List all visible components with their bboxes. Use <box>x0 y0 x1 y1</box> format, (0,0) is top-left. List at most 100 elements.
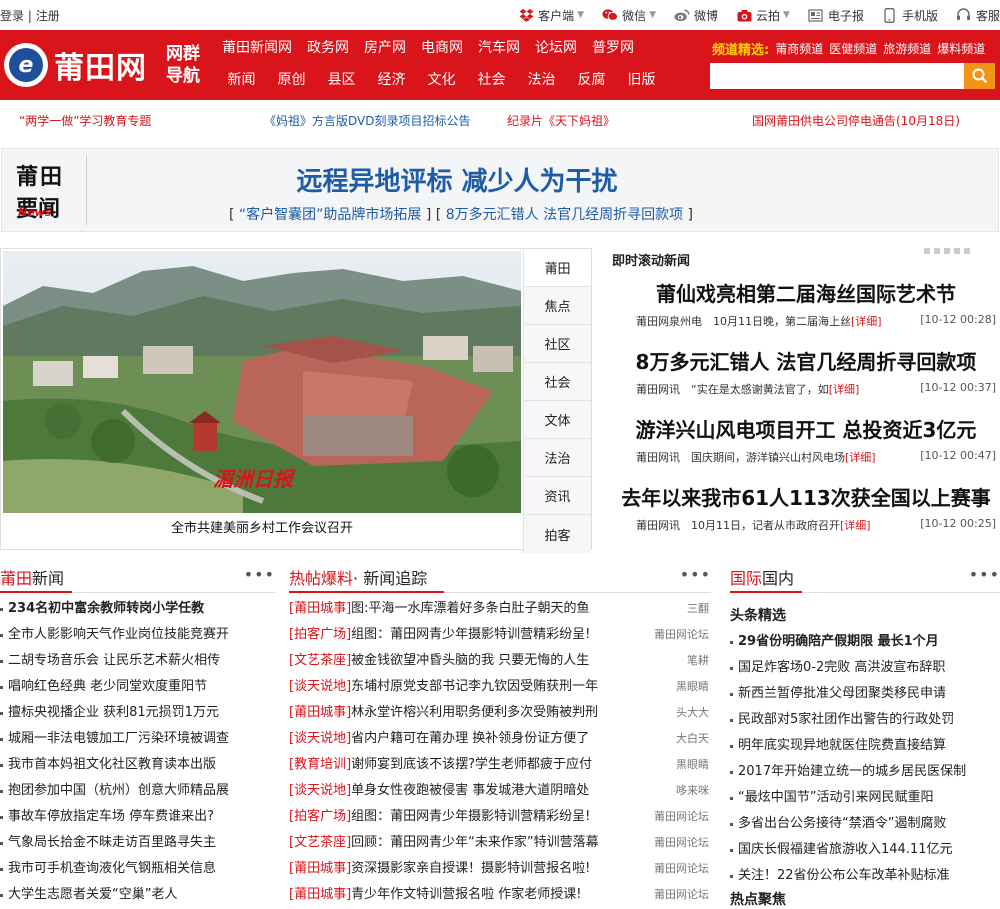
slide-tab[interactable]: 社会 <box>523 363 591 401</box>
search-button[interactable] <box>964 63 995 89</box>
post-author[interactable]: 莆田网论坛 <box>654 804 709 830</box>
slide-tab[interactable]: 社区 <box>523 325 591 363</box>
post-author[interactable]: 头大大 <box>676 700 709 726</box>
list-item[interactable]: 新西兰暂停批准父母团聚类移民申请 <box>730 681 1000 707</box>
list-item[interactable]: 多省出台公务接待“禁酒令”遏制腐败 <box>730 811 1000 837</box>
nav-section-item[interactable]: 社会 <box>473 69 510 89</box>
post-author[interactable]: 莆田网论坛 <box>654 856 709 882</box>
headline-title[interactable]: 远程异地评标 减少人为干扰 <box>86 161 828 198</box>
rolling-title[interactable]: 去年以来我市61人113次获全国以上赛事 <box>612 482 1000 511</box>
nav-section-item[interactable]: 新闻 <box>223 69 260 89</box>
slide-tab[interactable]: 莆田 <box>523 249 591 287</box>
channel-item[interactable]: 旅游频道 <box>883 40 931 57</box>
forum-tag[interactable]: [文艺茶座] <box>289 835 351 850</box>
list-item[interactable]: 国足炸客场0-2完败 高洪波宣布辞职 <box>730 655 1000 681</box>
list-item[interactable]: 明年底实现异地就医住院费直接结算 <box>730 733 1000 759</box>
forum-tag[interactable]: [谈天说地] <box>289 783 351 798</box>
forum-tag[interactable]: [谈天说地] <box>289 679 351 694</box>
list-item[interactable]: 抱团参加中国（杭州）创意大师精品展 <box>0 778 275 804</box>
forum-tag[interactable]: [拍客广场] <box>289 809 351 824</box>
cloud-photo-link[interactable]: 云拍 ▼ <box>736 7 790 24</box>
post-link[interactable]: 回顾：莆田网青少年“未来作家”特训营落幕 <box>351 835 598 850</box>
nav-site-item[interactable]: 政务网 <box>307 37 349 57</box>
post-author[interactable]: 哆来咪 <box>676 778 709 804</box>
slide-tab[interactable]: 法治 <box>523 439 591 477</box>
nav-site-item[interactable]: 论坛网 <box>535 37 577 57</box>
mobile-link[interactable]: 手机版 <box>882 7 938 24</box>
forum-tag[interactable]: [莆田城事] <box>289 887 351 902</box>
net-group-nav[interactable]: 网群 导航 <box>166 43 210 87</box>
headline-sub-link[interactable]: “客户智囊团”助品牌市场拓展 <box>239 207 422 223</box>
detail-link[interactable]: [详细] <box>845 451 876 464</box>
list-item[interactable]: 事故车停放指定车场 停车费谁来出? <box>0 804 275 830</box>
list-item[interactable]: 大学生志愿者关爱“空巢”老人 <box>0 882 275 908</box>
detail-link[interactable]: [详细] <box>851 315 882 328</box>
more-icon[interactable]: ••• <box>244 565 275 584</box>
e-paper-link[interactable]: 电子报 <box>808 7 864 24</box>
list-item[interactable]: 关注！22省份公布公车改革补贴标准 <box>730 863 1000 889</box>
site-logo[interactable]: e 莆田网 <box>4 40 154 90</box>
forum-tag[interactable]: [莆田城事] <box>289 705 351 720</box>
post-link[interactable]: 组图：莆田网青少年摄影特训营精彩纷呈! <box>351 627 590 642</box>
login-link[interactable]: 登录 <box>0 9 24 23</box>
rolling-title[interactable]: 莆仙戏亮相第二届海丝国际艺术节 <box>612 278 1000 307</box>
post-author[interactable]: 黑眼睛 <box>676 674 709 700</box>
headline-sub-link[interactable]: 8万多元汇错人 法官几经周折寻回款项 <box>446 207 683 223</box>
nav-section-item[interactable]: 文化 <box>423 69 460 89</box>
list-item[interactable]: 城厢一非法电镀加工厂污染环境被调查 <box>0 726 275 752</box>
slide-tab[interactable]: 资讯 <box>523 477 591 515</box>
list-item[interactable]: 气象局长拾金不昧走访百里路寻失主 <box>0 830 275 856</box>
nav-site-item[interactable]: 房产网 <box>364 37 406 57</box>
post-author[interactable]: 黑眼睛 <box>676 752 709 778</box>
post-link[interactable]: 组图：莆田网青少年摄影特训营精彩纷呈! <box>351 809 590 824</box>
channel-item[interactable]: 莆商频道 <box>775 40 823 57</box>
list-item[interactable]: “最炫中国节”活动引来网民赋重阳 <box>730 785 1000 811</box>
list-item[interactable]: 我市可手机查询液化气钢瓶相关信息 <box>0 856 275 882</box>
slide-caption[interactable]: 全市共建美丽乡村工作会议召开 <box>3 517 521 536</box>
forum-tag[interactable]: [拍客广场] <box>289 627 351 642</box>
post-link[interactable]: 谢师宴到底该不该摆?学生老师都疲于应付 <box>351 757 592 772</box>
list-item[interactable]: 国庆长假福建省旅游收入144.11亿元 <box>730 837 1000 863</box>
client-link[interactable]: 客户端 ▼ <box>518 7 584 24</box>
search-input[interactable] <box>710 63 964 89</box>
topic-link[interactable]: 《妈祖》方言版DVD刻录项目招标公告 <box>264 112 470 129</box>
list-item[interactable]: 2017年开始建立统一的城乡居民医保制 <box>730 759 1000 785</box>
forum-tag[interactable]: [文艺茶座] <box>289 653 351 668</box>
post-author[interactable]: 大白天 <box>676 726 709 752</box>
channel-item[interactable]: 医健频道 <box>829 40 877 57</box>
nav-section-item[interactable]: 法治 <box>523 69 560 89</box>
nav-site-item[interactable]: 莆田新闻网 <box>222 37 292 57</box>
post-link[interactable]: 省内户籍可在莆办理 换补领身份证方便了 <box>351 731 589 746</box>
post-author[interactable]: 三翻 <box>687 596 709 622</box>
list-item[interactable]: 民政部对5家社团作出警告的行政处罚 <box>730 707 1000 733</box>
post-author[interactable]: 莆田网论坛 <box>654 622 709 648</box>
detail-link[interactable]: [详细] <box>840 519 871 532</box>
list-item[interactable]: 全市人影影响天气作业岗位技能竞赛开 <box>0 622 275 648</box>
post-author[interactable]: 莆田网论坛 <box>654 882 709 908</box>
post-author[interactable]: 笔耕 <box>687 648 709 674</box>
nav-section-item[interactable]: 经济 <box>373 69 410 89</box>
rolling-title[interactable]: 8万多元汇错人 法官几经周折寻回款项 <box>612 346 1000 375</box>
list-item[interactable]: 二胡专场音乐会 让民乐艺术薪火相传 <box>0 648 275 674</box>
post-link[interactable]: 单身女性夜跑被侵害 事发城港大道阴暗处 <box>351 783 589 798</box>
rolling-title[interactable]: 游洋兴山风电项目开工 总投资近3亿元 <box>612 414 1000 443</box>
list-item[interactable]: 擅标央视播企业 获利81元损罚1万元 <box>0 700 275 726</box>
nav-section-item[interactable]: 反腐 <box>573 69 610 89</box>
channel-item[interactable]: 爆料频道 <box>937 40 985 57</box>
post-link[interactable]: 被金钱欲望冲昏头脑的我 只要无悔的人生 <box>351 653 589 668</box>
post-link[interactable]: 资深摄影家亲自授课！摄影特训营报名啦! <box>351 861 590 876</box>
post-author[interactable]: 莆田网论坛 <box>654 830 709 856</box>
nav-section-item[interactable]: 旧版 <box>623 69 660 89</box>
forum-tag[interactable]: [谈天说地] <box>289 731 351 746</box>
list-item[interactable]: 唱响红色经典 老少同堂欢度重阳节 <box>0 674 275 700</box>
weibo-link[interactable]: 微博 <box>674 7 718 24</box>
post-link[interactable]: 东埔村原党支部书记李九钦因受贿获刑一年 <box>351 679 598 694</box>
slide-tab[interactable]: 文体 <box>523 401 591 439</box>
topic-link[interactable]: “两学一做”学习教育专题 <box>19 112 151 129</box>
service-link[interactable]: 客服 <box>956 7 1000 24</box>
nav-site-item[interactable]: 电商网 <box>421 37 463 57</box>
more-icon[interactable]: ••• <box>969 565 1000 584</box>
topic-link[interactable]: 国网莆田供电公司停电通告(10月18日) <box>752 112 960 129</box>
forum-tag[interactable]: [莆田城事] <box>289 861 351 876</box>
list-item[interactable]: 我市首本妈祖文化社区教育读本出版 <box>0 752 275 778</box>
